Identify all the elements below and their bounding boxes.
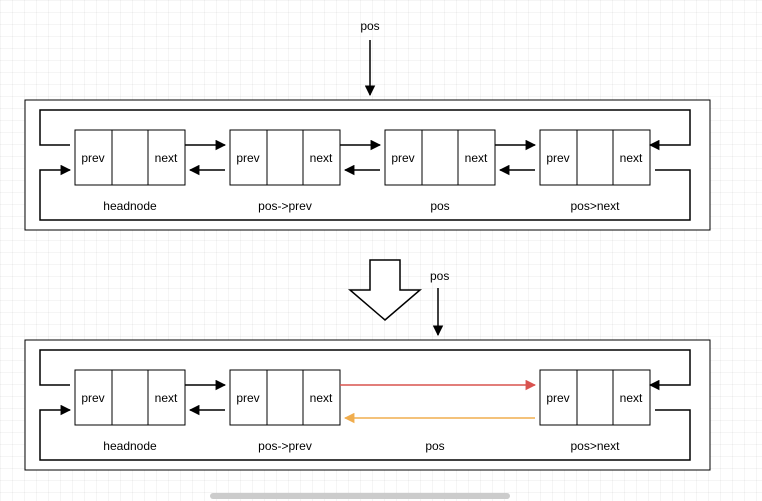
cell-next: next [155, 151, 178, 165]
cell-next: next [465, 151, 488, 165]
caption-posnext-top: pos>next [570, 199, 620, 213]
pos-pointer-label-mid: pos [430, 269, 449, 283]
cell-prev: prev [81, 151, 104, 165]
cell-prev: prev [81, 391, 104, 405]
cell-prev: prev [546, 391, 569, 405]
horizontal-scrollbar[interactable] [210, 493, 510, 499]
caption-posprev-top: pos->prev [258, 199, 312, 213]
diagram-canvas: pos prev next headnode prev next pos->pr… [0, 0, 762, 501]
cell-next: next [620, 151, 643, 165]
cell-next: next [310, 391, 333, 405]
cell-next: next [620, 391, 643, 405]
caption-pos-bottom: pos [425, 439, 444, 453]
cell-next: next [310, 151, 333, 165]
cell-next: next [155, 391, 178, 405]
caption-pos-top: pos [430, 199, 449, 213]
bottom-diagram: prev next headnode prev next pos->prev p… [25, 340, 710, 470]
caption-headnode-bottom: headnode [103, 439, 157, 453]
pos-pointer-label-top: pos [360, 19, 379, 33]
top-diagram: pos prev next headnode prev next pos->pr… [25, 19, 710, 230]
cell-prev: prev [391, 151, 414, 165]
cell-prev: prev [546, 151, 569, 165]
transition-arrow [350, 260, 420, 320]
cell-prev: prev [236, 391, 259, 405]
cell-prev: prev [236, 151, 259, 165]
caption-headnode-top: headnode [103, 199, 157, 213]
caption-posnext-bottom: pos>next [570, 439, 620, 453]
caption-posprev-bottom: pos->prev [258, 439, 312, 453]
